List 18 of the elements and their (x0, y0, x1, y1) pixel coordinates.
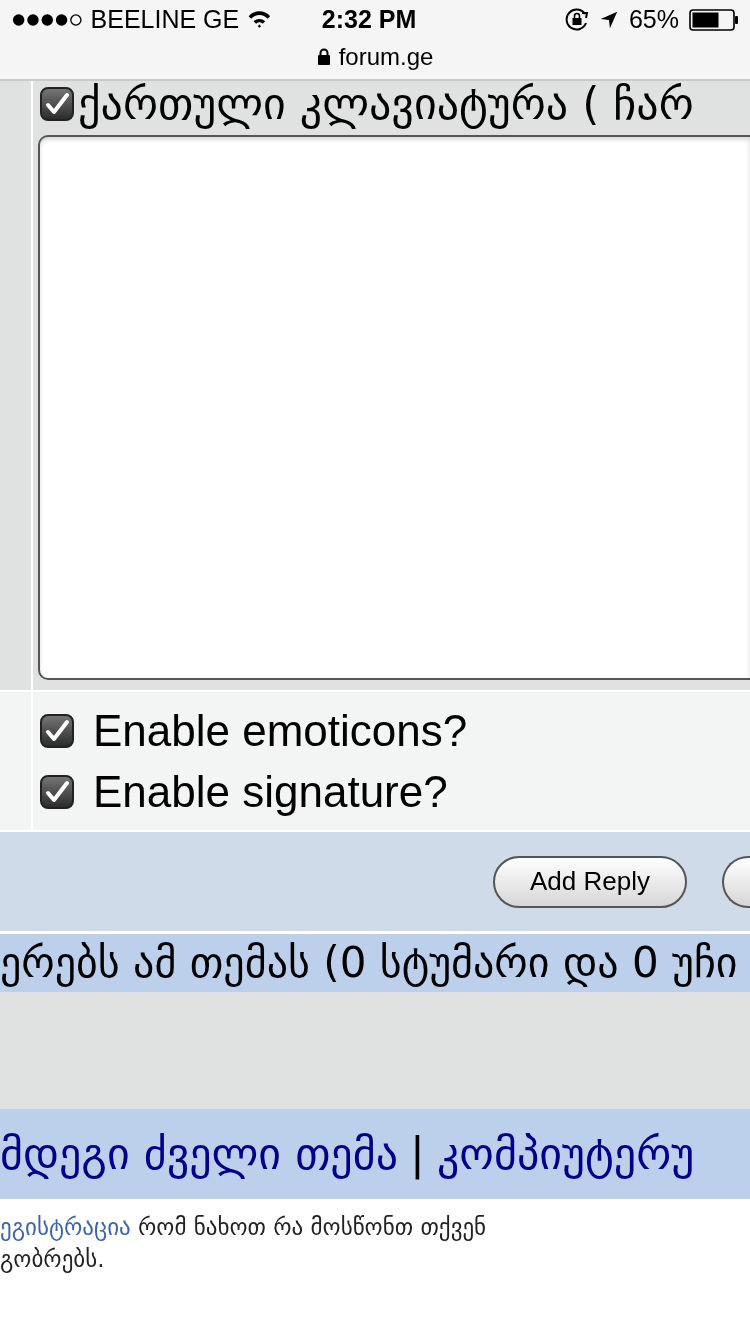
checkbox[interactable] (40, 713, 74, 748)
battery-percent: 65% (628, 3, 679, 35)
add-reply-button[interactable]: Add Reply (493, 855, 687, 908)
wifi-icon (247, 9, 272, 30)
address-url[interactable]: forum.ge (338, 39, 434, 75)
clock-time: 2:32 PM (321, 3, 417, 35)
signal-icon (12, 12, 83, 27)
checkbox[interactable] (40, 774, 74, 809)
registration-link[interactable]: ეგისტრაცია (0, 1214, 131, 1240)
battery-icon (689, 8, 738, 31)
rotation-lock-icon (564, 7, 589, 32)
button[interactable] (722, 855, 750, 908)
checkbox[interactable] (40, 87, 74, 121)
lock-icon (316, 48, 331, 66)
carrier-name: BEELINE GE (90, 3, 240, 35)
option-label: Enable signature? (93, 769, 448, 814)
option-label: Enable emoticons? (93, 708, 468, 753)
login-note: ეგისტრაცია რომ ნახოთ რა მოსწონთ თქვენ გობრებს. (0, 1213, 488, 1275)
